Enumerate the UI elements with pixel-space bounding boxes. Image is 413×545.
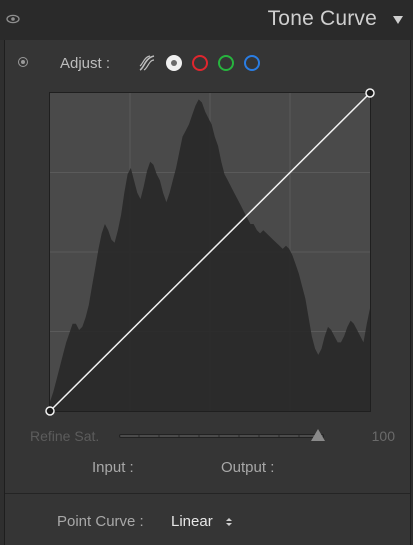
tone-curve-body: Adjust : Refine Sat. 100 Input : Output … — [4, 40, 411, 545]
point-curve-select[interactable]: Linear — [171, 513, 213, 530]
slider-ticks — [138, 435, 300, 437]
section-divider — [5, 493, 410, 494]
input-readout-label: Input : — [92, 459, 134, 476]
tone-curve-canvas[interactable] — [45, 88, 375, 416]
curve-point-white[interactable] — [365, 88, 375, 98]
eye-icon[interactable] — [6, 13, 20, 25]
collapse-triangle-icon[interactable] — [393, 16, 403, 24]
panel-title: Tone Curve — [267, 7, 377, 30]
red-channel-button[interactable] — [192, 55, 208, 71]
panel-header[interactable]: Tone Curve — [0, 0, 413, 40]
tone-curve-panel: Tone Curve Adjust : Refine Sat. 100 Inpu… — [0, 0, 413, 545]
point-curve-channel-button[interactable] — [166, 55, 182, 71]
refine-saturation-slider-thumb[interactable] — [311, 429, 325, 441]
blue-channel-button[interactable] — [244, 55, 260, 71]
output-readout-label: Output : — [221, 459, 275, 476]
point-curve-label: Point Curve : — [57, 513, 144, 530]
refine-saturation-value[interactable]: 100 — [372, 428, 395, 444]
green-channel-button[interactable] — [218, 55, 234, 71]
target-adjustment-tool-icon[interactable] — [18, 57, 28, 67]
adjust-label: Adjust : — [60, 55, 111, 72]
parametric-curve-icon[interactable] — [138, 54, 156, 72]
refine-saturation-label: Refine Sat. — [30, 428, 100, 444]
select-arrows-icon[interactable] — [225, 516, 233, 528]
curve-point-black[interactable] — [45, 406, 55, 416]
